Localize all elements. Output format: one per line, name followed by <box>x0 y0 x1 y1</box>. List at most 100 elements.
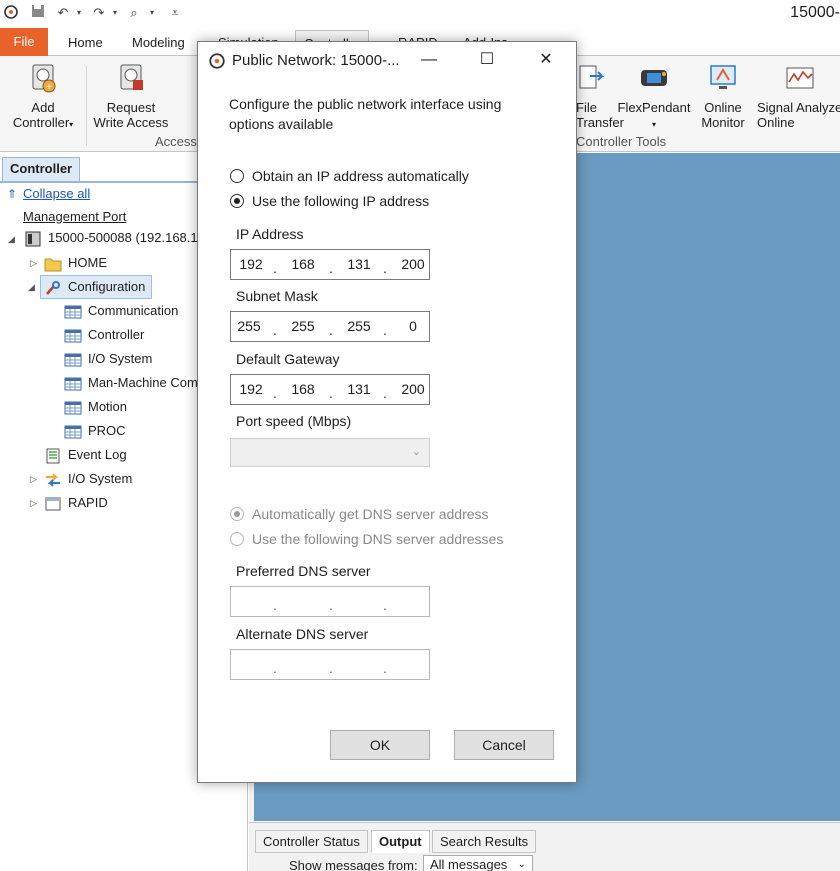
ip-octet-1[interactable]: 192 <box>231 256 271 272</box>
octet-separator: . <box>329 260 333 276</box>
alternate-dns-field[interactable]: . . . <box>230 649 430 680</box>
subnet-octet-2[interactable]: 255 <box>283 318 323 334</box>
ip-octet-4[interactable]: 200 <box>393 256 433 272</box>
octet-separator: . <box>383 322 387 338</box>
maximize-button[interactable]: ☐ <box>464 42 510 78</box>
tree-item-man-machine-communication[interactable]: Man-Machine Com <box>64 372 198 394</box>
tab-file[interactable]: File <box>0 28 48 56</box>
controller-icon <box>25 231 41 247</box>
add-controller-label: Add Controller <box>12 100 70 130</box>
rapid-icon <box>45 497 61 511</box>
subnet-octet-1[interactable]: 255 <box>229 318 269 334</box>
radio-unchecked-icon <box>230 532 244 546</box>
customize-icon[interactable]: ⩡ <box>166 4 184 22</box>
file-transfer-button[interactable]: File Transfer <box>572 62 624 130</box>
preferred-dns-field[interactable]: . . . <box>230 586 430 617</box>
tab-search-results[interactable]: Search Results <box>432 830 537 853</box>
message-filter-select[interactable]: All messages ⌄ <box>423 855 533 871</box>
tab-output[interactable]: Output <box>371 830 430 853</box>
use-following-ip-radio[interactable]: Use the following IP address <box>230 191 429 211</box>
expand-arrow-icon[interactable]: ▷ <box>30 498 37 509</box>
ip-octet-2[interactable]: 168 <box>283 256 323 272</box>
tree-item-communication[interactable]: Communication <box>64 300 178 322</box>
configuration-icon <box>46 280 60 295</box>
svg-text:+: + <box>46 82 52 93</box>
radio-checked-icon <box>230 507 244 521</box>
collapse-arrow-icon[interactable]: ◢ <box>8 234 15 245</box>
expand-arrow-icon[interactable]: ▷ <box>30 474 37 485</box>
tab-home[interactable]: Home <box>60 30 111 56</box>
octet-separator: . <box>273 322 277 338</box>
radio-label: Obtain an IP address automatically <box>252 168 469 184</box>
gateway-octet-4[interactable]: 200 <box>393 381 433 397</box>
obtain-ip-automatically-radio[interactable]: Obtain an IP address automatically <box>230 166 469 186</box>
tree-item-label: HOME <box>68 255 107 270</box>
chevron-down-icon: ⌄ <box>411 446 421 458</box>
close-button[interactable]: ✕ <box>523 42 569 78</box>
chevron-down-icon[interactable]: ▾ <box>143 4 161 22</box>
expand-arrow-icon[interactable]: ▷ <box>30 258 37 269</box>
controller-node[interactable]: 15000-500088 (192.168.12 <box>24 227 205 249</box>
cancel-button[interactable]: Cancel <box>454 730 554 760</box>
ok-button[interactable]: OK <box>330 730 430 760</box>
gateway-octet-2[interactable]: 168 <box>283 381 323 397</box>
tree-item-io-system[interactable]: I/O System <box>44 468 132 490</box>
dialog-title-bar[interactable]: Public Network: 15000-... — ☐ ✕ <box>198 42 576 80</box>
event-log-icon <box>46 448 60 464</box>
write-access-icon <box>120 64 143 90</box>
gateway-octet-1[interactable]: 192 <box>231 381 271 397</box>
port-speed-select[interactable]: ⌄ <box>230 438 430 467</box>
tree-item-motion[interactable]: Motion <box>64 396 127 418</box>
ip-octet-3[interactable]: 131 <box>339 256 379 272</box>
online-monitor-label: Online Monitor <box>701 100 745 130</box>
tree-item-proc[interactable]: PROC <box>64 420 126 442</box>
request-write-access-button[interactable]: Request Write Access <box>90 62 172 130</box>
gateway-octet-3[interactable]: 131 <box>339 381 379 397</box>
tab-controller-status[interactable]: Controller Status <box>255 830 368 853</box>
table-icon <box>64 329 82 343</box>
signal-analyzer-button[interactable]: Signal Analyzer Online <box>754 62 840 130</box>
tab-controller-browser[interactable]: Controller <box>2 157 80 181</box>
tree-item-event-log[interactable]: Event Log <box>44 444 127 466</box>
manual-dns-radio[interactable]: Use the following DNS server addresses <box>230 529 503 549</box>
default-gateway-field[interactable]: 192 . 168 . 131 . 200 <box>230 374 430 405</box>
ip-address-field[interactable]: 192 . 168 . 131 . 200 <box>230 249 430 280</box>
subnet-mask-label: Subnet Mask <box>236 288 318 304</box>
io-system-icon <box>46 472 60 487</box>
tree-item-rapid[interactable]: RAPID <box>44 492 108 514</box>
app-logo-icon[interactable] <box>2 4 20 22</box>
chevron-down-icon[interactable]: ▾ <box>106 4 124 22</box>
port-speed-label: Port speed (Mbps) <box>236 413 352 429</box>
radio-label: Use the following DNS server addresses <box>252 531 504 547</box>
tree-item-configuration[interactable]: Configuration <box>40 275 153 299</box>
chevron-down-icon[interactable]: ▾ <box>70 4 88 22</box>
table-icon <box>64 353 82 367</box>
add-controller-button[interactable]: + Add Controller▾ <box>6 62 80 132</box>
alternate-dns-label: Alternate DNS server <box>236 626 369 642</box>
management-port-label[interactable]: Management Port <box>23 206 126 228</box>
tree-item-io-system-config[interactable]: I/O System <box>64 348 152 370</box>
radio-label: Use the following IP address <box>252 193 430 209</box>
dialog-intro-text: Configure the public network interface u… <box>229 96 502 132</box>
save-icon[interactable] <box>29 4 47 22</box>
tree-item-controller[interactable]: Controller <box>64 324 144 346</box>
zoom-icon[interactable]: ⌕ <box>125 4 143 22</box>
auto-dns-radio[interactable]: Automatically get DNS server address <box>230 504 489 524</box>
minimize-button[interactable]: — <box>406 42 452 78</box>
online-monitor-button[interactable]: Online Monitor <box>698 62 748 130</box>
tab-modeling[interactable]: Modeling <box>124 30 193 56</box>
octet-separator: . <box>273 385 277 401</box>
collapse-all-link[interactable]: Collapse all <box>23 186 90 201</box>
octet-separator: . <box>383 597 387 613</box>
collapse-arrow-icon[interactable]: ◢ <box>28 282 35 293</box>
subnet-octet-4[interactable]: 0 <box>393 318 433 334</box>
window-title: 15000- <box>790 4 840 21</box>
signal-analyzer-label: Signal Analyzer Online <box>757 100 840 130</box>
collapse-icon[interactable]: ⇑ <box>7 187 17 201</box>
flexpendant-button[interactable]: FlexPendant ▾ <box>614 62 694 132</box>
tree-item-home[interactable]: HOME <box>44 252 107 274</box>
show-messages-label: Show messages from: <box>289 858 418 871</box>
subnet-mask-field[interactable]: 255 . 255 . 255 . 0 <box>230 311 430 342</box>
message-filter-value: All messages <box>430 857 508 871</box>
subnet-octet-3[interactable]: 255 <box>339 318 379 334</box>
